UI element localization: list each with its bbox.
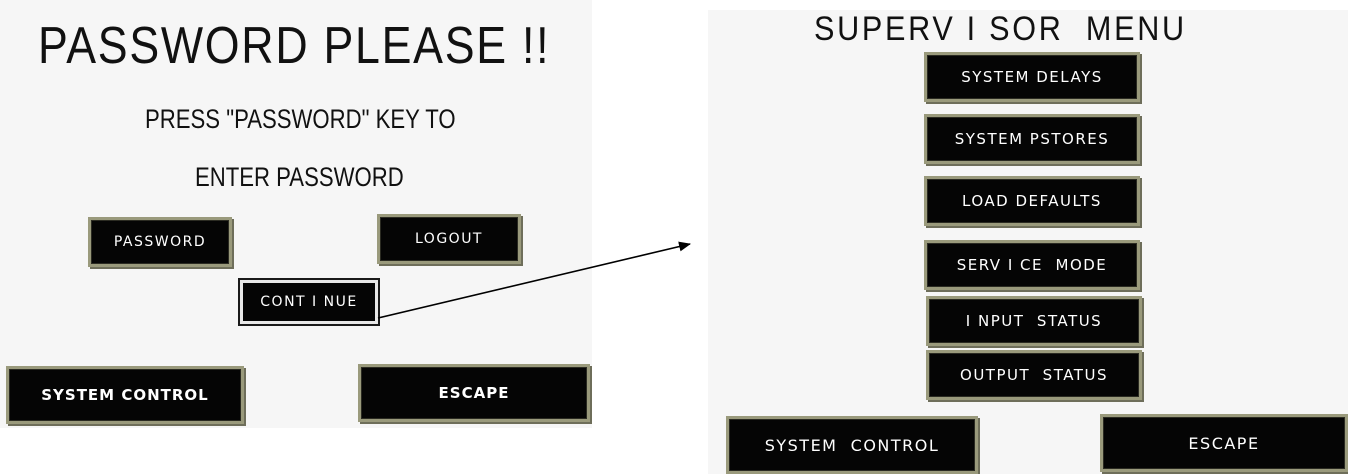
menu-item-service-mode[interactable]: SERV I CE MODE [924, 240, 1140, 290]
supervisor-screen: SUPERV I SOR MENU SYSTEM DELAYS SYSTEM P… [708, 10, 1348, 474]
supervisor-escape-button[interactable]: ESCAPE [1100, 414, 1348, 472]
menu-item-system-delays[interactable]: SYSTEM DELAYS [924, 52, 1140, 102]
menu-item-input-status[interactable]: I NPUT STATUS [926, 296, 1142, 346]
menu-item-load-defaults[interactable]: LOAD DEFAULTS [924, 176, 1140, 226]
supervisor-screen-title: SUPERV I SOR MENU [814, 10, 1187, 48]
menu-item-output-status[interactable]: OUTPUT STATUS [926, 350, 1142, 400]
supervisor-system-control-button[interactable]: SYSTEM CONTROL [726, 416, 978, 474]
menu-item-system-pstores[interactable]: SYSTEM PSTORES [924, 114, 1140, 164]
